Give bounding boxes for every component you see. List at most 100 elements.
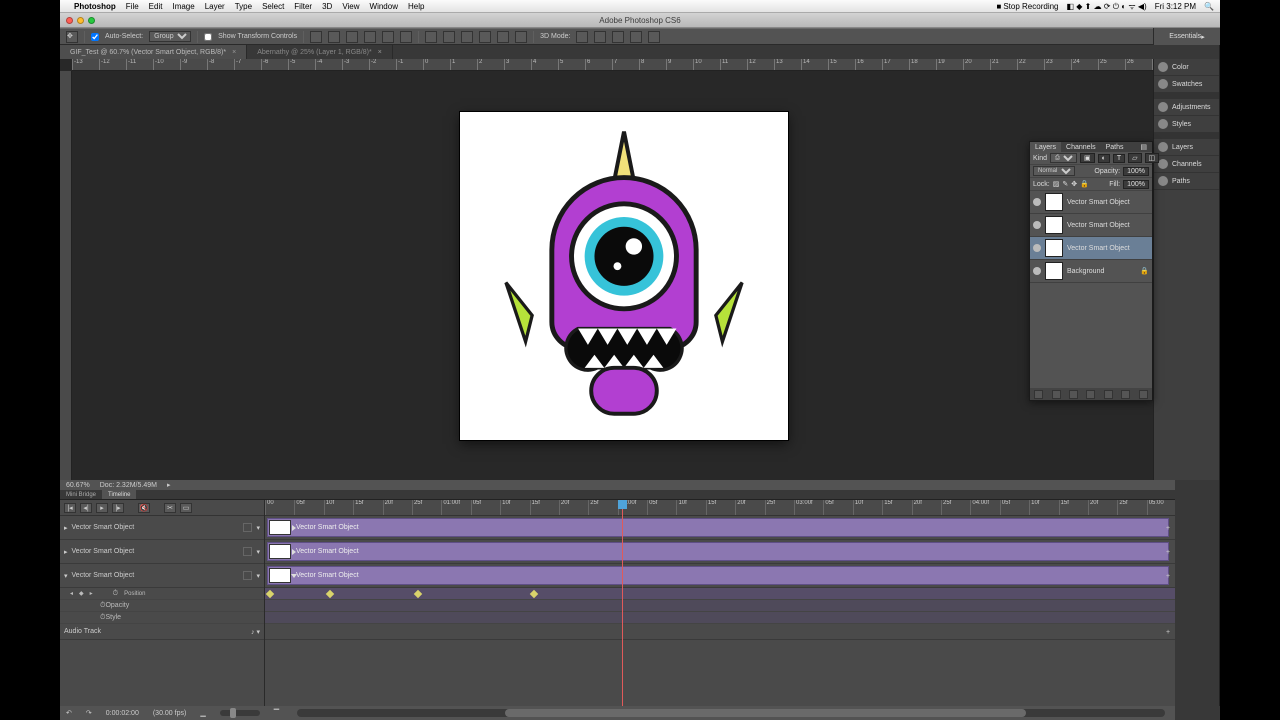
status-arrow-icon[interactable]: ▸	[167, 481, 171, 489]
panel-paths[interactable]: Paths	[1154, 173, 1220, 190]
workspace-switcher[interactable]: Essentials ▸	[1153, 28, 1220, 45]
panel-menu-icon[interactable]: ▤	[1135, 142, 1152, 152]
visibility-icon[interactable]	[1033, 267, 1041, 275]
lock-icon[interactable]: 🔒	[1080, 180, 1089, 188]
layer-row[interactable]: Vector Smart Object	[1030, 237, 1152, 260]
close-icon[interactable]	[66, 17, 73, 24]
menu-help[interactable]: Help	[408, 2, 424, 11]
move-tool-icon[interactable]: ✥	[66, 31, 78, 43]
filter-icon[interactable]: ◐	[1098, 154, 1110, 163]
menu-3d[interactable]: 3D	[322, 2, 332, 11]
keyframe[interactable]	[326, 590, 334, 598]
transition-button[interactable]: ▭	[180, 503, 192, 513]
keyframe-row[interactable]	[265, 588, 1175, 600]
delete-icon[interactable]	[1139, 390, 1148, 399]
opacity-value[interactable]: 100%	[1123, 167, 1149, 176]
menu-image[interactable]: Image	[172, 2, 194, 11]
stop-recording[interactable]: ■ Stop Recording	[997, 2, 1059, 11]
filter-kind[interactable]: ⎙	[1050, 153, 1077, 163]
close-tab-icon[interactable]: ×	[378, 49, 382, 56]
lock-icon[interactable]: ✥	[1071, 180, 1077, 188]
auto-select-mode[interactable]: Group	[149, 31, 191, 42]
distribute-icon[interactable]	[515, 31, 527, 43]
panel-swatches[interactable]: Swatches	[1154, 76, 1220, 93]
blend-mode[interactable]: Normal	[1033, 166, 1075, 176]
timeline-track-header[interactable]: ▾ Vector Smart Object▾	[60, 564, 264, 588]
timeline-scrollbar[interactable]	[297, 709, 1165, 717]
3d-icon[interactable]	[612, 31, 624, 43]
panel-color[interactable]: Color	[1154, 59, 1220, 76]
menu-view[interactable]: View	[342, 2, 359, 11]
keyframe[interactable]	[530, 590, 538, 598]
filter-icon[interactable]: ◫	[1145, 153, 1160, 163]
first-frame-button[interactable]: |◂	[64, 503, 76, 513]
3d-icon[interactable]	[594, 31, 606, 43]
visibility-icon[interactable]	[1033, 198, 1041, 206]
distribute-icon[interactable]	[479, 31, 491, 43]
3d-icon[interactable]	[576, 31, 588, 43]
timecode[interactable]: 0:00:02:00	[106, 710, 139, 717]
tab-channels[interactable]: Channels	[1061, 142, 1101, 152]
add-media-button[interactable]: +	[1163, 571, 1173, 581]
3d-icon[interactable]	[648, 31, 660, 43]
filter-icon[interactable]: ▱	[1128, 153, 1141, 163]
menu-layer[interactable]: Layer	[205, 2, 225, 11]
adjustment-icon[interactable]	[1086, 390, 1095, 399]
prop-style[interactable]: ⏱ Style	[60, 612, 264, 624]
track-toggle-icon[interactable]	[243, 523, 252, 532]
timeline-clip[interactable]: Vector Smart Object	[267, 518, 1169, 537]
spotlight-icon[interactable]: 🔍	[1204, 2, 1214, 11]
frame-back-icon[interactable]: ↶	[66, 709, 72, 717]
tab-minibridge[interactable]: Mini Bridge	[60, 490, 102, 499]
tab-paths[interactable]: Paths	[1101, 142, 1129, 152]
distribute-icon[interactable]	[443, 31, 455, 43]
panel-adjustments[interactable]: Adjustments	[1154, 99, 1220, 116]
distribute-icon[interactable]	[461, 31, 473, 43]
menu-filter[interactable]: Filter	[294, 2, 312, 11]
fill-value[interactable]: 100%	[1123, 180, 1149, 189]
audio-track-header[interactable]: Audio Track♪ ▾	[60, 624, 264, 640]
ruler-vertical[interactable]	[60, 71, 72, 480]
next-frame-button[interactable]: |▸	[112, 503, 124, 513]
add-audio-button[interactable]: +	[1163, 627, 1173, 637]
layer-row[interactable]: Vector Smart Object	[1030, 191, 1152, 214]
menubar-icons[interactable]: ◧ ◆ ⬆ ☁ ⟳ ⏻ ◐ ᯤ ◀)	[1067, 1, 1147, 12]
split-clip-button[interactable]: ✂	[164, 503, 176, 513]
menu-app[interactable]: Photoshop	[74, 2, 116, 11]
ruler-horizontal[interactable]: -13-12-11-10-9-8-7-6-5-4-3-2-10123456789…	[72, 59, 1175, 71]
doc-tab[interactable]: Abernathy @ 25% (Layer 1, RGB/8)*×	[247, 45, 393, 59]
auto-select-check[interactable]	[91, 33, 99, 41]
zoom-in-icon[interactable]: ▔	[274, 709, 279, 717]
keyframe-nav[interactable]: ◂◆▸⏱ Position	[60, 588, 264, 600]
track-toggle-icon[interactable]	[243, 571, 252, 580]
distribute-icon[interactable]	[497, 31, 509, 43]
new-layer-icon[interactable]	[1121, 390, 1130, 399]
tab-layers[interactable]: Layers	[1030, 142, 1061, 152]
menu-window[interactable]: Window	[370, 2, 398, 11]
layer-row[interactable]: Background🔒	[1030, 260, 1152, 283]
doc-tab[interactable]: GIF_Test @ 60.7% (Vector Smart Object, R…	[60, 45, 247, 59]
fx-icon[interactable]	[1052, 390, 1061, 399]
align-icon[interactable]	[400, 31, 412, 43]
minimize-icon[interactable]	[77, 17, 84, 24]
timeline-clip[interactable]: Vector Smart Object	[267, 566, 1169, 585]
zoom-icon[interactable]	[88, 17, 95, 24]
zoom-level[interactable]: 60.67%	[66, 482, 90, 489]
lock-icon[interactable]: ▨	[1053, 180, 1060, 188]
menu-file[interactable]: File	[126, 2, 139, 11]
align-icon[interactable]	[310, 31, 322, 43]
keyframe[interactable]	[266, 590, 274, 598]
timeline-clip[interactable]: Vector Smart Object	[267, 542, 1169, 561]
canvas[interactable]	[460, 112, 788, 440]
distribute-icon[interactable]	[425, 31, 437, 43]
group-icon[interactable]	[1104, 390, 1113, 399]
keyframe-row[interactable]	[265, 600, 1175, 612]
prev-frame-button[interactable]: ◂|	[80, 503, 92, 513]
link-icon[interactable]	[1034, 390, 1043, 399]
panel-channels[interactable]: Channels	[1154, 156, 1220, 173]
add-media-button[interactable]: +	[1163, 523, 1173, 533]
3d-icon[interactable]	[630, 31, 642, 43]
playhead[interactable]	[622, 500, 623, 706]
align-icon[interactable]	[364, 31, 376, 43]
align-icon[interactable]	[382, 31, 394, 43]
